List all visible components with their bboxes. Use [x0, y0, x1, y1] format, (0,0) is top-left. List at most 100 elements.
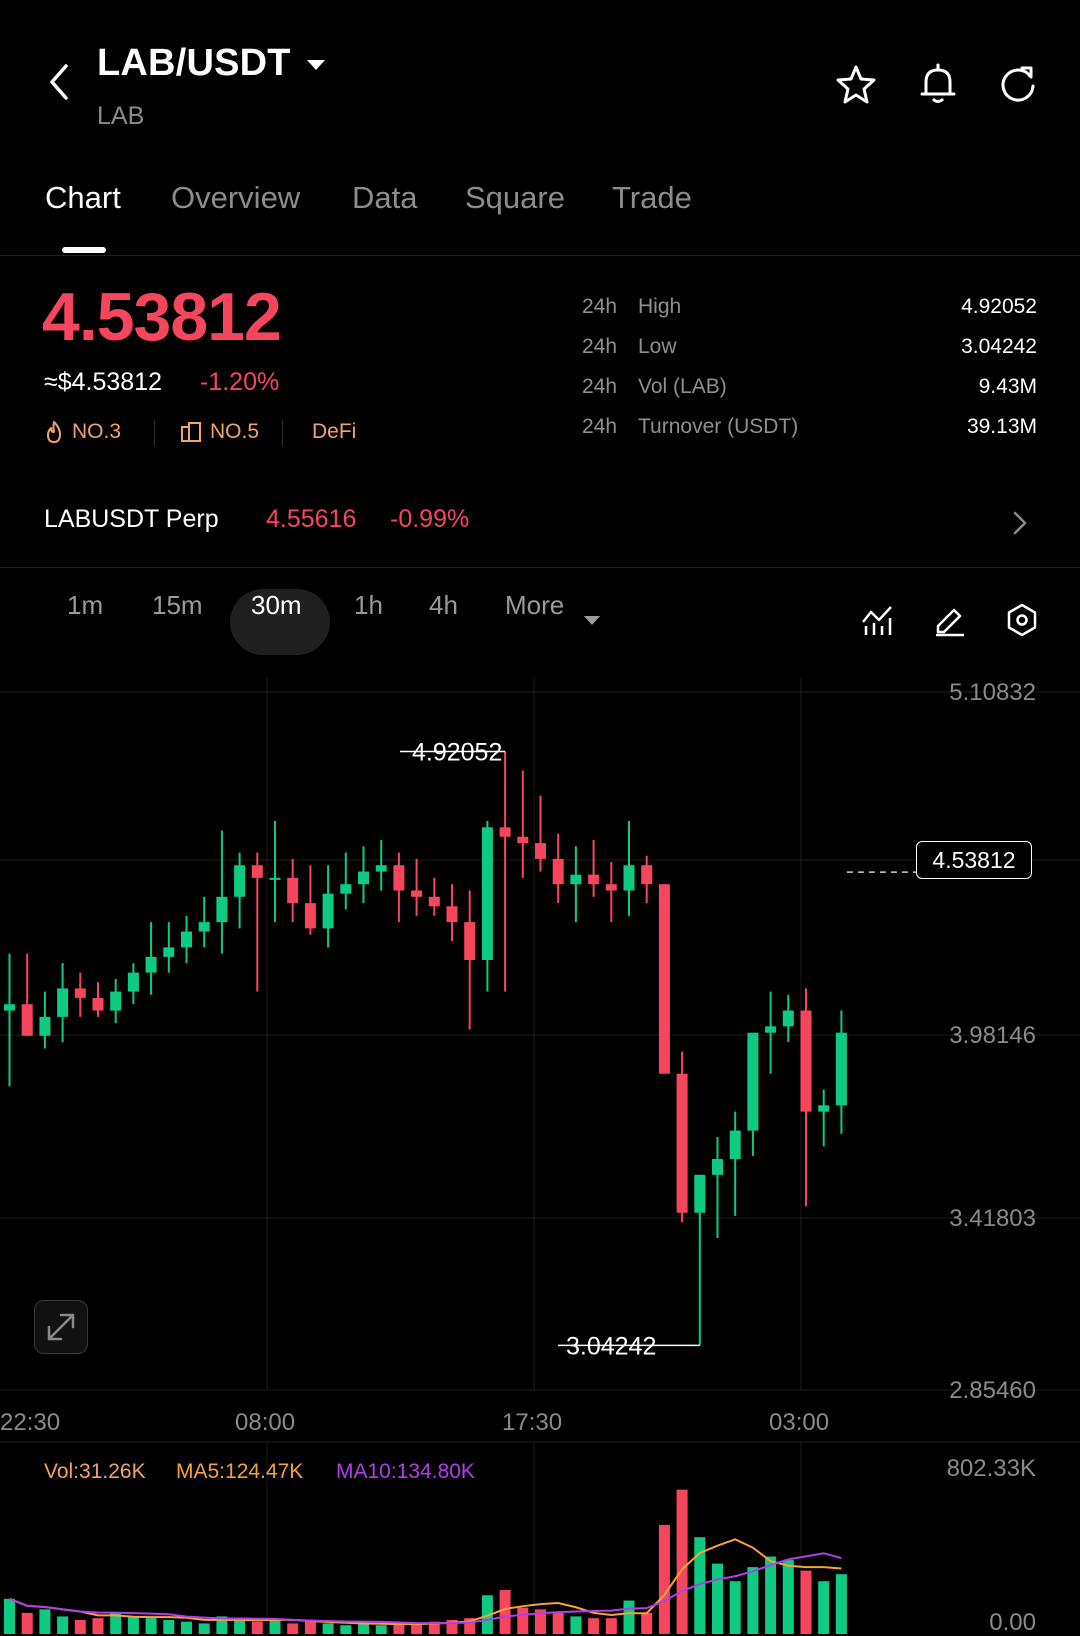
hot-rank-badge[interactable]: NO.3	[44, 420, 121, 444]
pair-title[interactable]: LAB/USDT	[97, 42, 291, 85]
volume-legend: Vol:31.26K	[44, 1460, 146, 1483]
candle-body	[21, 1004, 33, 1036]
volume-bar	[127, 1616, 139, 1634]
timeframe-4h[interactable]: 4h	[429, 590, 458, 621]
volume-bar	[818, 1581, 830, 1634]
volume-bar	[747, 1567, 759, 1634]
chevron-right-icon[interactable]	[1010, 510, 1030, 536]
volume-bar	[21, 1612, 33, 1634]
tab-trade[interactable]: Trade	[612, 180, 692, 216]
tab-overview[interactable]: Overview	[171, 180, 300, 216]
ma5-legend: MA5:124.47K	[176, 1460, 304, 1483]
tab-data[interactable]: Data	[352, 180, 417, 216]
perp-name: LABUSDT Perp	[44, 505, 219, 533]
candle-body	[340, 884, 352, 894]
y-tick-label: 3.41803	[949, 1205, 1036, 1232]
stat-period: 24h	[582, 335, 618, 358]
back-icon[interactable]	[40, 62, 80, 102]
candle-body	[570, 874, 582, 885]
category-rank-label: NO.5	[210, 420, 260, 443]
volume-bar	[517, 1607, 529, 1634]
candle-body	[464, 922, 476, 961]
candle-body	[145, 956, 157, 973]
candle-body	[835, 1032, 847, 1106]
stat-value: 4.92052	[961, 295, 1037, 318]
badge-divider	[282, 420, 283, 446]
volume-bar	[163, 1619, 175, 1634]
candle-body	[800, 1010, 812, 1112]
volume-bar	[729, 1581, 741, 1634]
category-rank-badge[interactable]: NO.5	[180, 420, 259, 444]
stat-24h-low: 24h Low 3.04242	[582, 335, 1037, 365]
volume-bar	[641, 1612, 653, 1634]
star-icon[interactable]	[834, 62, 878, 106]
draw-pen-icon[interactable]	[932, 602, 968, 638]
volume-bar	[39, 1609, 51, 1634]
volume-bar	[623, 1600, 635, 1634]
chevron-down-icon[interactable]	[582, 614, 602, 628]
stat-24h-turnover: 24h Turnover (USDT) 39.13M	[582, 415, 1037, 445]
bell-icon[interactable]	[916, 62, 960, 106]
stat-value: 3.04242	[961, 335, 1037, 358]
volume-bar	[198, 1623, 210, 1634]
usd-price: ≈$4.53812	[44, 368, 162, 396]
stat-value: 39.13M	[966, 415, 1037, 438]
timeframe-30m[interactable]: 30m	[251, 590, 302, 621]
pair-dropdown-icon[interactable]	[305, 58, 327, 72]
x-tick-label: 17:30	[502, 1409, 562, 1436]
timeframe-1h[interactable]: 1h	[354, 590, 383, 621]
divider	[0, 255, 1080, 256]
volume-bar	[570, 1616, 582, 1634]
volume-bar	[322, 1623, 334, 1634]
stat-period: 24h	[582, 415, 618, 438]
timeframe-1m[interactable]: 1m	[67, 590, 103, 621]
active-tab-indicator	[62, 247, 106, 253]
volume-bar	[552, 1612, 564, 1634]
volume-bar	[287, 1623, 299, 1634]
candle-body	[411, 890, 423, 897]
hot-rank-label: NO.3	[72, 420, 122, 443]
volume-axis-min: 0.00	[989, 1609, 1036, 1636]
stat-label: Low	[638, 335, 677, 358]
volume-bar	[676, 1489, 688, 1634]
volume-bar	[605, 1618, 617, 1634]
candle-body	[535, 843, 546, 859]
candle-body	[658, 884, 670, 1074]
low-price-label: 3.04242	[566, 1332, 656, 1360]
stat-period: 24h	[582, 375, 618, 398]
candle-body	[251, 865, 263, 878]
settings-hex-icon[interactable]	[1004, 602, 1040, 638]
chart-box-icon	[181, 422, 201, 442]
candle-body	[287, 877, 299, 904]
last-price: 4.53812	[42, 279, 282, 355]
candle-body	[729, 1130, 741, 1160]
tab-square[interactable]: Square	[465, 180, 565, 216]
x-tick-label: 08:00	[235, 1409, 295, 1436]
candlestick-chart[interactable]: 5.10832 3.98146 3.41803 2.85460 22:30 08:00 17…	[0, 678, 1080, 1636]
perp-price: 4.55616	[266, 505, 357, 533]
indicator-icon[interactable]	[860, 602, 896, 638]
candle-body	[393, 865, 405, 891]
candle-body	[818, 1105, 830, 1112]
candle-body	[163, 947, 175, 957]
stat-label: Vol (LAB)	[638, 375, 727, 398]
candle-body	[110, 991, 122, 1011]
fullscreen-button[interactable]	[34, 1300, 88, 1354]
candle-body	[747, 1032, 759, 1131]
y-tick-label: 5.10832	[949, 679, 1036, 706]
sector-badge[interactable]: DeFi	[312, 420, 356, 444]
ma10-legend: MA10:134.80K	[336, 1460, 475, 1483]
x-tick-label: 03:00	[769, 1409, 829, 1436]
volume-bar	[74, 1619, 86, 1634]
volume-bar	[145, 1618, 157, 1634]
volume-axis-max: 802.33K	[947, 1455, 1036, 1482]
candle-body	[358, 871, 369, 885]
timeframe-15m[interactable]: 15m	[152, 590, 203, 621]
timeframe-more[interactable]: More	[505, 590, 564, 621]
refresh-icon[interactable]	[996, 62, 1040, 106]
perp-change: -0.99%	[390, 505, 470, 533]
stat-value: 9.43M	[978, 375, 1037, 398]
perp-row[interactable]: LABUSDT Perp 4.55616 -0.99%	[44, 505, 544, 534]
tab-chart[interactable]: Chart	[45, 180, 121, 216]
stat-label: High	[638, 295, 682, 318]
